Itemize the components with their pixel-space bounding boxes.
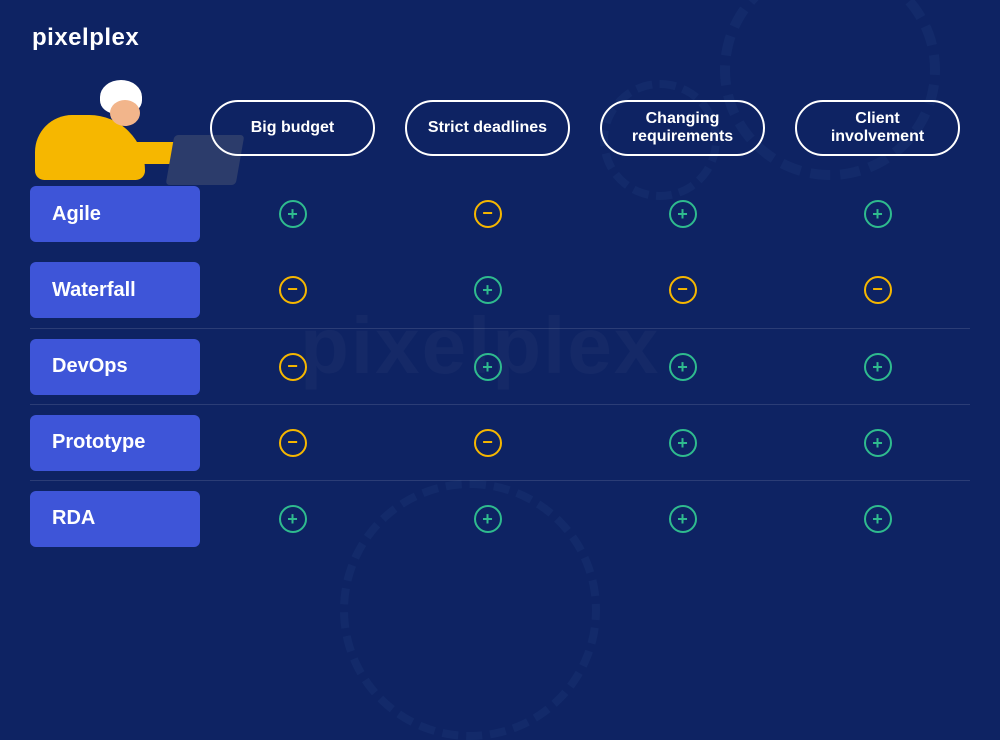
column-header: Changing requirements [600,100,765,156]
table-row: Prototype − − + + [30,404,970,480]
table-row: Agile + − + + [30,176,970,252]
table-cell: + [405,505,570,533]
minus-icon: − [474,429,502,457]
table-cell: + [795,429,960,457]
plus-icon: + [864,353,892,381]
column-header: Big budget [210,100,375,156]
table-cell: + [405,276,570,304]
minus-icon: − [474,200,502,228]
row-label: RDA [30,491,200,547]
table-cell: + [795,353,960,381]
table-cell: − [405,429,570,457]
row-label: Prototype [30,415,200,471]
table-cell: + [600,429,765,457]
column-header: Client involvement [795,100,960,156]
table-cell: + [600,200,765,228]
plus-icon: + [474,505,502,533]
row-label: DevOps [30,339,200,395]
table-cell: + [795,200,960,228]
minus-icon: − [279,353,307,381]
table-cell: − [405,200,570,228]
table-cell: + [795,505,960,533]
plus-icon: + [669,505,697,533]
minus-icon: − [279,276,307,304]
plus-icon: + [474,276,502,304]
column-header: Strict deadlines [405,100,570,156]
minus-icon: − [864,276,892,304]
plus-icon: + [864,200,892,228]
minus-icon: − [279,429,307,457]
table-cell: − [210,276,375,304]
table-header-row: Big budget Strict deadlines Changing req… [30,100,970,156]
brand-logo: pixelplex [32,24,139,52]
table-row: DevOps − + + + [30,328,970,404]
plus-icon: + [669,353,697,381]
table-cell: − [795,276,960,304]
table-cell: + [600,505,765,533]
minus-icon: − [669,276,697,304]
row-label: Waterfall [30,262,200,318]
plus-icon: + [474,353,502,381]
table-cell: + [210,505,375,533]
table-cell: − [210,429,375,457]
plus-icon: + [864,429,892,457]
plus-icon: + [279,505,307,533]
plus-icon: + [864,505,892,533]
comparison-table: Big budget Strict deadlines Changing req… [30,100,970,556]
plus-icon: + [279,200,307,228]
table-cell: + [210,200,375,228]
table-cell: + [405,353,570,381]
table-row: Waterfall − + − − [30,252,970,328]
plus-icon: + [669,200,697,228]
table-cell: − [210,353,375,381]
table-cell: − [600,276,765,304]
plus-icon: + [669,429,697,457]
table-cell: + [600,353,765,381]
row-label: Agile [30,186,200,242]
table-row: RDA + + + + [30,480,970,556]
